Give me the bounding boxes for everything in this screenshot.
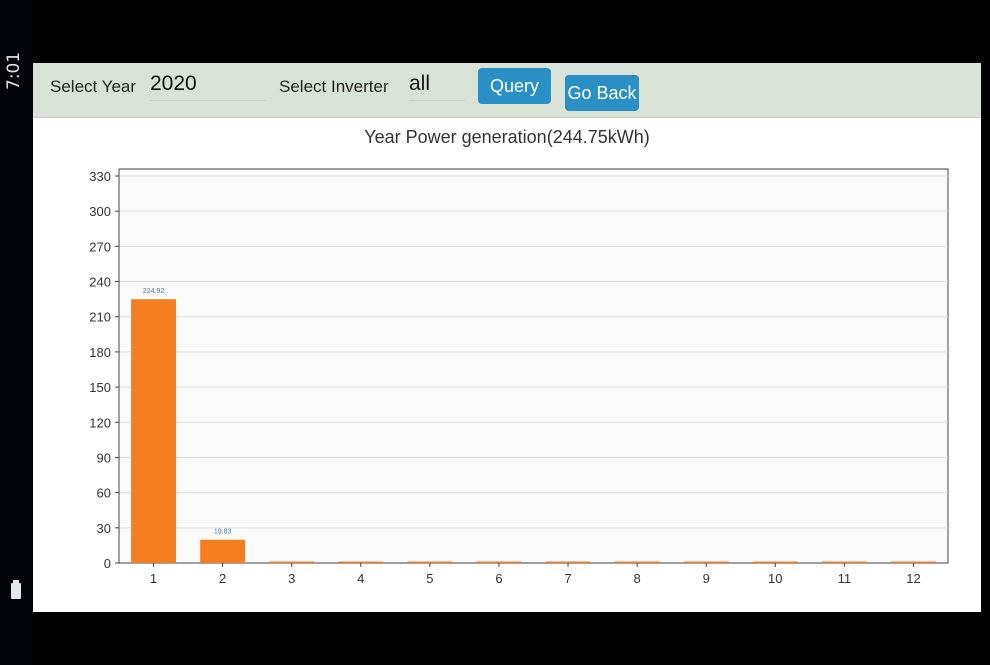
y-tick-label: 210	[89, 310, 111, 325]
x-tick-label: 1	[150, 571, 157, 586]
bar	[891, 561, 936, 563]
y-tick-label: 90	[97, 450, 111, 465]
x-tick-label: 4	[357, 571, 364, 586]
y-tick-label: 300	[89, 204, 111, 219]
bar	[752, 561, 798, 563]
bar	[338, 561, 384, 563]
status-bar: 7:01	[0, 0, 32, 665]
x-tick-label: 12	[906, 571, 920, 586]
y-tick-label: 330	[89, 169, 111, 184]
x-tick-label: 6	[495, 571, 502, 586]
x-tick-label: 2	[219, 571, 226, 586]
y-tick-label: 180	[89, 345, 111, 360]
bar	[200, 539, 246, 563]
y-tick-label: 60	[97, 486, 111, 501]
y-tick-label: 270	[89, 239, 111, 254]
battery-icon	[11, 580, 21, 599]
bar	[683, 561, 729, 563]
x-tick-label: 3	[288, 571, 295, 586]
y-tick-label: 0	[104, 556, 111, 571]
data-label: 19.83	[214, 529, 232, 536]
data-label: 224.92	[143, 288, 165, 295]
plot-area	[118, 168, 949, 564]
x-tick-label: 8	[634, 571, 641, 586]
bar	[269, 561, 315, 563]
app-window: Select Year 2020 Select Inverter all Que…	[33, 63, 981, 612]
bar	[407, 561, 453, 563]
x-tick-label: 5	[426, 571, 433, 586]
x-tick-label: 9	[703, 571, 710, 586]
bar	[476, 561, 522, 563]
status-time: 7:01	[4, 51, 24, 90]
x-tick-label: 7	[564, 571, 571, 586]
bar	[545, 561, 591, 563]
bar	[131, 299, 176, 563]
y-tick-label: 120	[89, 415, 111, 430]
y-tick-label: 30	[97, 521, 111, 536]
bar	[821, 561, 867, 563]
bar	[614, 561, 660, 563]
y-tick-label: 150	[89, 380, 111, 395]
bar-chart: 03060901201501802102402703003301224.9221…	[89, 168, 949, 586]
y-tick-label: 240	[89, 275, 111, 290]
x-tick-label: 10	[768, 571, 782, 586]
x-tick-label: 11	[838, 571, 852, 586]
